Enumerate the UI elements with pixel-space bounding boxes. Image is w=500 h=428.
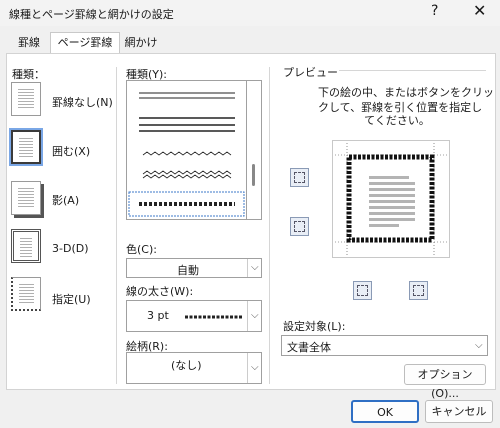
apply-to-label: 設定対象(L):	[283, 320, 346, 333]
options-button[interactable]: オプション(O)...	[404, 364, 486, 400]
setting-box-image[interactable]	[9, 128, 43, 166]
setting-custom-image[interactable]	[11, 277, 41, 311]
preview-instruction-1: 下の絵の中、またはボタンをクリッ	[318, 86, 494, 99]
preview-label: プレビュー	[283, 66, 338, 79]
art-value: (なし)	[171, 359, 202, 372]
preview-instruction-3: てください。	[364, 114, 430, 127]
setting-3d-image[interactable]	[11, 229, 41, 263]
ok-button[interactable]: OK	[351, 400, 419, 423]
apply-to-dropdown[interactable]: 文書全体 ⌵	[281, 335, 488, 356]
preview-rule	[339, 70, 486, 71]
scrollbar-thumb[interactable]	[252, 164, 255, 186]
setting-none-label[interactable]: 罫線なし(N)	[52, 94, 113, 110]
separator	[116, 67, 117, 384]
color-label: 色(C):	[126, 243, 157, 256]
width-label: 線の太さ(W):	[126, 285, 194, 298]
help-button[interactable]: ?	[431, 3, 438, 19]
tab-borders[interactable]: 罫線	[10, 33, 48, 53]
setting-custom-label[interactable]: 指定(U)	[52, 291, 91, 307]
art-dropdown[interactable]: (なし) ⌵	[126, 352, 262, 384]
border-right-icon[interactable]	[409, 281, 428, 300]
tab-shading[interactable]: 網かけ	[120, 33, 162, 53]
chevron-down-icon: ⌵	[251, 310, 259, 321]
chevron-down-icon: ⌵	[475, 340, 483, 351]
setting-shadow-image[interactable]	[11, 181, 41, 215]
setting-box-label[interactable]: 囲む(X)	[52, 143, 90, 159]
close-button[interactable]: ✕	[473, 1, 486, 20]
preview-canvas[interactable]	[332, 140, 450, 258]
chevron-down-icon: ⌵	[251, 262, 259, 273]
border-left-icon[interactable]	[353, 281, 372, 300]
width-value: 3 pt	[147, 309, 169, 322]
line-style-list[interactable]	[126, 80, 247, 220]
width-dropdown[interactable]: 3 pt ⌵	[126, 300, 262, 332]
tab-page-border[interactable]: ページ罫線	[50, 32, 120, 55]
dialog-title: 線種とページ罫線と網かけの設定	[9, 8, 174, 21]
setting-3d-label[interactable]: 3-D(D)	[52, 242, 89, 255]
setting-header: 種類：	[12, 68, 45, 81]
border-bottom-icon[interactable]	[290, 217, 309, 236]
setting-shadow-label[interactable]: 影(A)	[52, 192, 79, 208]
color-dropdown[interactable]: 自動 ⌵	[126, 258, 262, 278]
apply-to-value: 文書全体	[287, 341, 331, 354]
line-style-scrollbar[interactable]	[247, 80, 262, 220]
setting-none-image[interactable]	[11, 82, 41, 116]
cancel-button[interactable]: キャンセル	[425, 400, 493, 423]
separator	[269, 67, 270, 384]
color-value: 自動	[177, 264, 199, 277]
border-top-icon[interactable]	[290, 168, 309, 187]
chevron-down-icon: ⌵	[251, 362, 259, 373]
